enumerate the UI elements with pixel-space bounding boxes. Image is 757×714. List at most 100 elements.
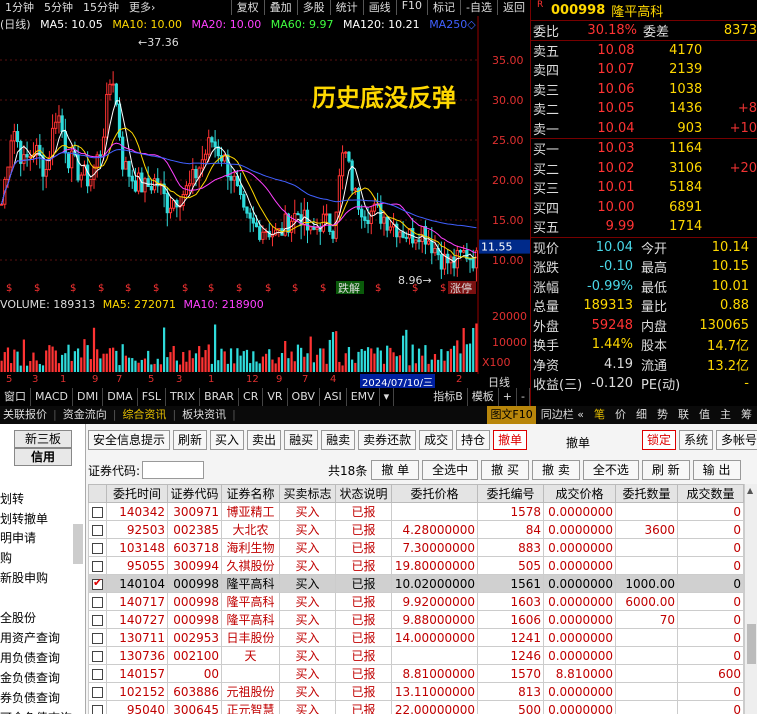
indicator-tab[interactable]: OBV: [288, 388, 320, 406]
nav-item[interactable]: 用负债查询: [0, 649, 60, 666]
table-row[interactable]: 95040 300645 正元智慧 买入 已报 22.00000000 500 0.00000…: [88, 700, 744, 714]
period-15min[interactable]: 15分钟: [78, 0, 124, 15]
dividend-marker-icon[interactable]: $: [98, 283, 104, 294]
mark-button[interactable]: 标记: [427, 0, 460, 15]
row-checkbox[interactable]: [92, 596, 103, 608]
kline-chart-panel[interactable]: 1分钟 5分钟 15分钟 更多› 复权 叠加 多股 统计 画线 F10 标记 -…: [0, 0, 530, 424]
nav-item[interactable]: 新股申购: [0, 569, 48, 586]
info-tab[interactable]: 关联报价: [0, 406, 50, 424]
candlestick-plot[interactable]: 35.00 30.00 25.00 20.00 15.00 10.0011.55 ←37.3…: [0, 16, 530, 296]
info-tab[interactable]: 板块资讯: [179, 406, 229, 424]
toolbar-button[interactable]: 撤单: [493, 430, 528, 450]
table-scrollbar[interactable]: ▲: [744, 484, 757, 714]
row-checkbox-cell[interactable]: [88, 700, 107, 714]
toolbar-button[interactable]: 卖出: [247, 430, 282, 450]
stats-button[interactable]: 统计: [329, 0, 363, 15]
row-checkbox[interactable]: [92, 524, 103, 536]
filter-button[interactable]: 全选中: [422, 460, 479, 480]
overlay-button[interactable]: 叠加: [263, 0, 297, 15]
nav-item[interactable]: 全股份: [0, 609, 36, 626]
row-checkbox-cell[interactable]: [88, 538, 107, 557]
row-checkbox[interactable]: [92, 542, 103, 554]
filter-button[interactable]: 输 出: [692, 460, 741, 480]
table-row[interactable]: 95055 300994 久祺股份 买入 已报 19.80000000 505 0.00000…: [88, 556, 744, 575]
side-tab[interactable]: 价: [610, 406, 631, 424]
scroll-thumb[interactable]: [747, 624, 756, 664]
info-tab[interactable]: 资金流向: [60, 406, 110, 424]
indicator-tab[interactable]: EMV: [347, 388, 380, 406]
side-tab[interactable]: 笔: [589, 406, 610, 424]
row-checkbox-cell[interactable]: [88, 610, 107, 629]
toolbar-button[interactable]: 安全信息提示: [88, 430, 171, 450]
dividend-marker-icon[interactable]: $: [236, 283, 242, 294]
toolbar-button[interactable]: 融买: [284, 430, 319, 450]
toolbar-button[interactable]: 成交: [419, 430, 454, 450]
side-tab[interactable]: 主: [715, 406, 736, 424]
period-1min[interactable]: 1分钟: [0, 0, 39, 15]
column-header[interactable]: 委托价格: [391, 484, 478, 503]
row-checkbox[interactable]: [92, 560, 103, 572]
row-checkbox[interactable]: [92, 686, 103, 698]
period-more[interactable]: 更多›: [124, 0, 160, 15]
indicator-tab[interactable]: BRAR: [200, 388, 240, 406]
row-checkbox[interactable]: [92, 576, 103, 590]
draw-line-button[interactable]: 画线: [362, 0, 396, 15]
row-checkbox[interactable]: [92, 614, 103, 626]
indicator-tab[interactable]: TRIX: [166, 388, 201, 406]
indicator-tab[interactable]: FSL: [138, 388, 166, 406]
dividend-marker-icon[interactable]: $: [412, 283, 418, 294]
table-row[interactable]: 103148 603718 海利生物 买入 已报 7.30000000 883 0.00000…: [88, 538, 744, 557]
event-chip-right[interactable]: 涨停: [450, 281, 472, 295]
nav-item[interactable]: 金负债查询: [0, 669, 60, 686]
row-checkbox[interactable]: [92, 506, 103, 518]
filter-button[interactable]: 全不选: [582, 460, 639, 480]
indicator-tab[interactable]: 模板: [468, 388, 499, 406]
dividend-marker-icon[interactable]: $: [34, 283, 40, 294]
side-tab[interactable]: 同边栏 «: [536, 406, 589, 424]
table-row[interactable]: 140342 300971 博亚精工 买入 已报 1578 0.0000000 0: [88, 502, 744, 521]
table-row[interactable]: 102152 603886 元祖股份 买入 已报 13.11000000 813 0.0000…: [88, 682, 744, 701]
toolbar-right-button[interactable]: 锁定: [642, 430, 677, 450]
dividend-marker-icon[interactable]: $: [265, 283, 271, 294]
fuquan-button[interactable]: 复权: [230, 0, 264, 15]
indicator-tab[interactable]: 指标B: [429, 388, 468, 406]
side-tab[interactable]: 值: [694, 406, 715, 424]
table-row[interactable]: 130736 002100 天买入 已报 1246 0.0000000 0: [88, 646, 744, 665]
toolbar-button[interactable]: 买入: [210, 430, 245, 450]
row-checkbox-cell[interactable]: [88, 502, 107, 521]
dividend-marker-icon[interactable]: $: [153, 283, 159, 294]
nav-item[interactable]: 划转: [0, 490, 24, 507]
neeq-button[interactable]: 新三板: [14, 430, 72, 448]
row-checkbox[interactable]: [92, 668, 103, 680]
row-checkbox-cell[interactable]: [88, 574, 107, 593]
table-row[interactable]: 140727 000998 隆平高科 买入 已报 9.88000000 1606 0.0000…: [88, 610, 744, 629]
column-header[interactable]: 成交数量: [677, 484, 744, 503]
nav-item[interactable]: 券负债查询: [0, 689, 60, 706]
info-tab[interactable]: 综合资讯: [119, 406, 169, 424]
indicator-tab[interactable]: ASI: [320, 388, 347, 406]
toolbar-right-button[interactable]: 多帐号: [716, 430, 757, 450]
toolbar-button[interactable]: 融卖: [321, 430, 356, 450]
scroll-up-icon[interactable]: ▲: [747, 486, 753, 495]
column-header[interactable]: 证券代码: [167, 484, 222, 503]
nav-item[interactable]: 购: [0, 549, 12, 566]
dividend-marker-icon[interactable]: $: [320, 283, 326, 294]
indicator-tab[interactable]: DMA: [103, 388, 138, 406]
side-tab[interactable]: 细: [631, 406, 652, 424]
filter-button[interactable]: 撤 买: [481, 460, 529, 480]
indicator-tab[interactable]: DMI: [73, 388, 104, 406]
toolbar-button[interactable]: 持仓: [456, 430, 491, 450]
table-row[interactable]: 140717 000998 隆平高科 买入 已报 9.92000000 1603 0.0000…: [88, 592, 744, 611]
side-tab[interactable]: 势: [652, 406, 673, 424]
nav-scrollbar[interactable]: [73, 524, 83, 564]
row-checkbox[interactable]: [92, 650, 103, 662]
dividend-marker-icon[interactable]: $: [208, 283, 214, 294]
nav-item[interactable]: 划转撤单: [0, 510, 48, 527]
dividend-marker-icon[interactable]: $: [6, 283, 12, 294]
indicator-tab[interactable]: MACD: [31, 388, 73, 406]
nav-item[interactable]: 用资产查询: [0, 629, 60, 646]
column-header[interactable]: 委托时间: [106, 484, 168, 503]
indicator-tab[interactable]: ▾: [380, 388, 395, 406]
column-header[interactable]: 状态说明: [335, 484, 392, 503]
row-checkbox-cell[interactable]: [88, 556, 107, 575]
